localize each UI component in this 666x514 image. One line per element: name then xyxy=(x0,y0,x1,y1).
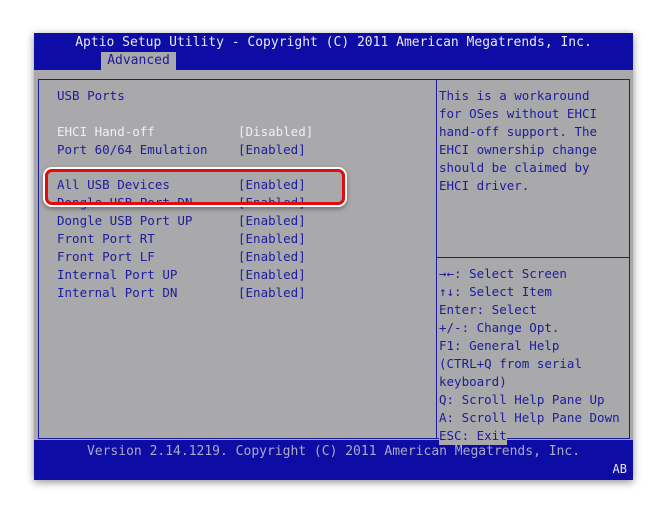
setting-label: Port 60/64 Emulation xyxy=(57,142,208,157)
setting-value[interactable]: [Enabled] xyxy=(238,284,306,302)
help-text: hand-off support. The xyxy=(439,124,598,139)
divider xyxy=(437,257,629,258)
help-text: This is a workaround xyxy=(439,88,590,103)
key-hint: →←: Select Screen xyxy=(439,266,567,281)
key-hint: +/-: Change Opt. xyxy=(439,320,560,335)
key-hint: A: Scroll Help Pane Down xyxy=(439,410,620,425)
setting-label: Front Port LF xyxy=(57,249,155,264)
tab-advanced[interactable]: Advanced xyxy=(101,52,176,70)
help-text: EHCI ownership change xyxy=(439,142,598,157)
setting-value[interactable]: [Enabled] xyxy=(238,248,306,266)
divider xyxy=(436,80,437,438)
setting-value[interactable]: [Enabled] xyxy=(238,141,306,159)
help-text: EHCI driver. xyxy=(439,178,530,193)
setting-value[interactable]: [Enabled] xyxy=(238,230,306,248)
setting-value[interactable]: [Disabled] xyxy=(238,123,313,141)
key-hint: (CTRL+Q from serial xyxy=(439,356,582,371)
setting-value[interactable]: [Enabled] xyxy=(238,266,306,284)
section-title: USB Ports xyxy=(57,88,125,103)
setting-label: Dongle USB Port UP xyxy=(57,213,193,228)
highlight-box xyxy=(45,169,345,205)
setting-label: Internal Port DN xyxy=(57,285,178,300)
key-hint: Q: Scroll Help Pane Up xyxy=(439,392,605,407)
bios-window: Aptio Setup Utility - Copyright (C) 2011… xyxy=(34,33,633,480)
badge: AB xyxy=(612,462,627,476)
key-hint: ↑↓: Select Item xyxy=(439,284,552,299)
footer-bar: Version 2.14.1219. Copyright (C) 2011 Am… xyxy=(34,440,633,480)
setting-label: Internal Port UP xyxy=(57,267,178,282)
help-text: should be claimed by xyxy=(439,160,590,175)
title-bar: Aptio Setup Utility - Copyright (C) 2011… xyxy=(34,33,633,70)
setting-label: EHCI Hand-off xyxy=(57,124,155,139)
key-hint: keyboard) xyxy=(439,374,507,389)
key-hint: ESC: Exit xyxy=(439,427,507,445)
title: Aptio Setup Utility - Copyright (C) 2011… xyxy=(75,35,592,50)
key-hint: F1: General Help xyxy=(439,338,560,353)
help-text: for OSes without EHCI xyxy=(439,106,598,121)
version-text: Version 2.14.1219. Copyright (C) 2011 Am… xyxy=(86,444,581,459)
setting-value[interactable]: [Enabled] xyxy=(238,212,306,230)
key-hint: Enter: Select xyxy=(439,302,537,317)
setting-label: Front Port RT xyxy=(57,231,155,246)
